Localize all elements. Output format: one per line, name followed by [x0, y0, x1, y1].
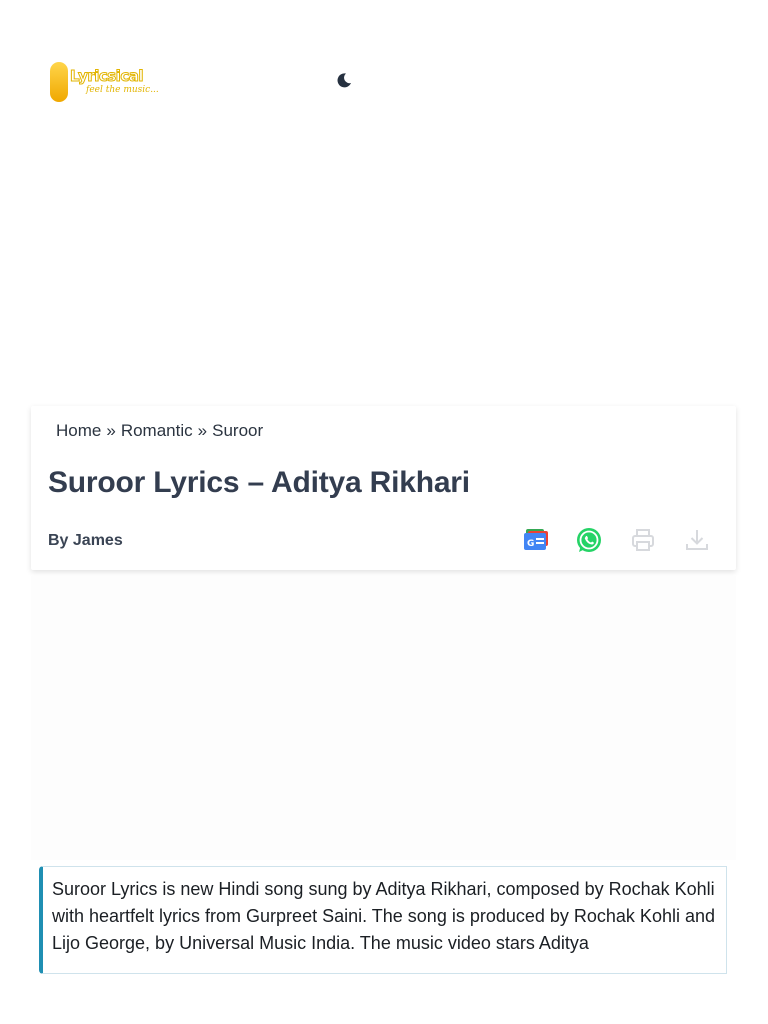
breadcrumb-home-link[interactable]: Home [56, 421, 101, 440]
logo-text: Lyricsical feel the music... [70, 67, 159, 95]
article-header-card: Home» Romantic» Suroor Suroor Lyrics – Adi… [31, 406, 736, 570]
google-news-icon: G [524, 529, 548, 550]
article-intro-box: Suroor Lyrics is new Hindi song sung by … [39, 866, 727, 974]
google-news-share-button[interactable]: G [522, 526, 550, 554]
site-header: Lyricsical feel the music... [0, 0, 768, 160]
music-note-icon [50, 62, 68, 102]
breadcrumb-current: Suroor [212, 421, 264, 440]
print-icon [632, 529, 654, 551]
breadcrumb: Home» Romantic» Suroor [56, 421, 263, 441]
download-icon [686, 530, 708, 550]
svg-text:G: G [527, 539, 534, 549]
theme-toggle-button[interactable] [335, 71, 353, 89]
ad-placeholder [31, 576, 736, 860]
whatsapp-icon [577, 528, 601, 552]
breadcrumb-category-link[interactable]: Romantic [121, 421, 193, 440]
logo-wordmark: Lyricsical [70, 67, 144, 85]
author-byline[interactable]: By James [48, 532, 123, 550]
whatsapp-share-button[interactable] [575, 526, 603, 554]
download-button[interactable] [683, 526, 711, 554]
breadcrumb-separator: » [106, 421, 116, 440]
site-logo[interactable]: Lyricsical feel the music... [50, 60, 162, 104]
moon-icon [337, 73, 351, 88]
print-button[interactable] [629, 526, 657, 554]
logo-tagline: feel the music... [86, 85, 159, 95]
page-title: Suroor Lyrics – Aditya Rikhari [48, 466, 470, 499]
breadcrumb-separator: » [197, 421, 208, 440]
